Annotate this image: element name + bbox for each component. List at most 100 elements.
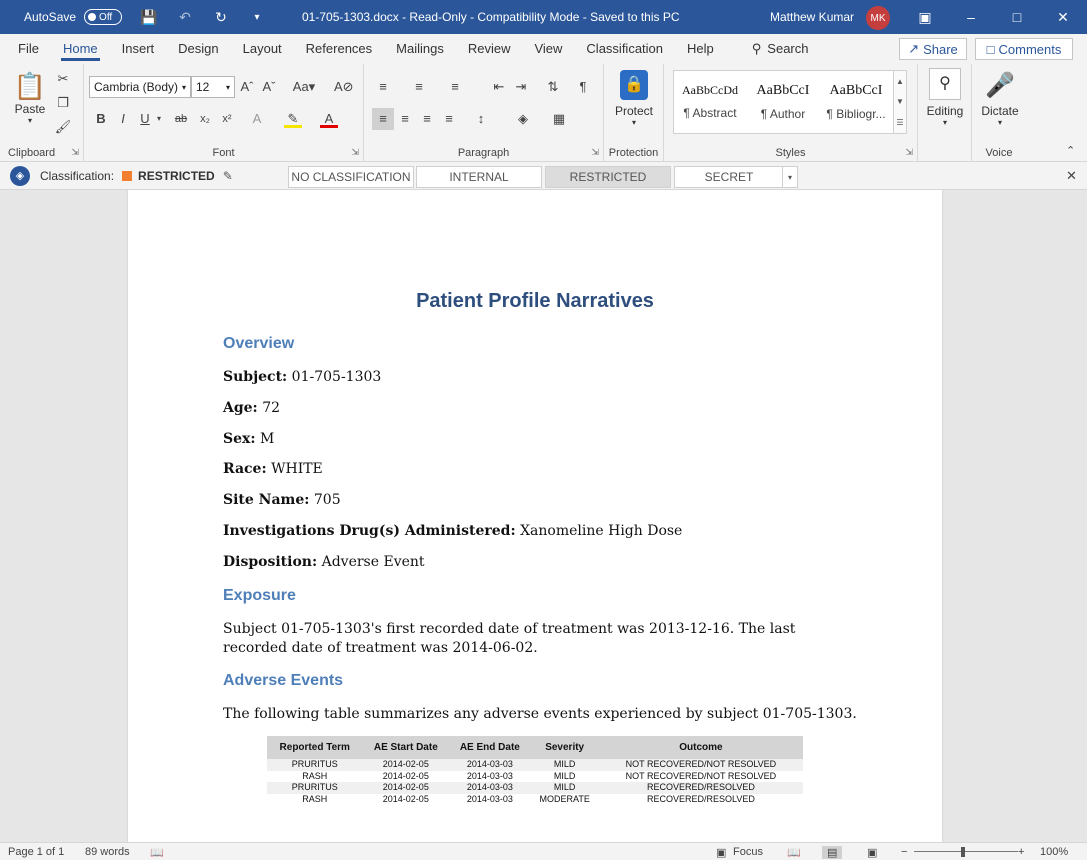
- tab-home[interactable]: Home: [51, 34, 110, 64]
- redo-icon[interactable]: ↻: [212, 9, 230, 26]
- line-spacing-icon[interactable]: ↕: [472, 110, 490, 128]
- font-label: Font: [212, 147, 235, 159]
- classification-dropdown-icon[interactable]: ▾: [782, 166, 798, 188]
- protect-button[interactable]: 🔒 Protect ▾: [610, 70, 658, 127]
- change-case-icon[interactable]: Aa▾: [290, 78, 318, 96]
- magnifier-icon: ⚲: [929, 68, 961, 100]
- chevron-up-icon[interactable]: ▲: [896, 77, 904, 86]
- tab-references[interactable]: References: [294, 34, 384, 64]
- customize-toolbar-icon[interactable]: ▾: [248, 12, 266, 23]
- tab-insert[interactable]: Insert: [110, 34, 167, 64]
- bold-icon[interactable]: B: [92, 110, 110, 128]
- tab-design[interactable]: Design: [166, 34, 230, 64]
- align-center-icon[interactable]: ≡: [396, 110, 414, 128]
- zoom-slider-thumb[interactable]: [961, 847, 965, 857]
- save-icon[interactable]: 💾: [140, 9, 158, 26]
- minimize-button[interactable]: –: [948, 0, 994, 34]
- tab-view[interactable]: View: [522, 34, 574, 64]
- classification-label: Classification:: [40, 168, 115, 183]
- font-size-select[interactable]: 12 ▾: [191, 76, 235, 98]
- adverse-events-table: Reported Term AE Start Date AE End Date …: [267, 736, 803, 805]
- highlight-icon[interactable]: ✎: [284, 110, 302, 128]
- copy-icon[interactable]: ❐: [54, 94, 72, 112]
- undo-icon[interactable]: ↶: [176, 9, 194, 26]
- search-box[interactable]: ⚲ Search: [740, 34, 821, 64]
- classification-option-secret[interactable]: SECRET: [674, 166, 784, 188]
- page-count[interactable]: Page 1 of 1: [8, 846, 64, 858]
- strikethrough-icon[interactable]: ab: [172, 110, 190, 128]
- read-mode-icon[interactable]: 📖: [787, 846, 801, 859]
- align-right-icon[interactable]: ≡: [418, 110, 436, 128]
- web-layout-icon[interactable]: ▣: [867, 846, 877, 859]
- more-styles-icon[interactable]: ☰: [896, 118, 903, 127]
- classification-option-restricted[interactable]: RESTRICTED: [545, 166, 671, 188]
- font-launcher-icon[interactable]: ⇲: [351, 147, 359, 158]
- numbering-icon[interactable]: ≡: [410, 78, 428, 96]
- multilevel-list-icon[interactable]: ≡: [446, 78, 464, 96]
- chevron-down-icon[interactable]: ▼: [896, 97, 904, 106]
- italic-icon[interactable]: I: [114, 110, 132, 128]
- field-drug: Investigations Drug(s) Administered: Xan…: [223, 523, 683, 539]
- comments-button[interactable]: □ Comments: [975, 38, 1073, 60]
- proofing-icon[interactable]: 📖: [150, 846, 164, 859]
- clipboard-launcher-icon[interactable]: ⇲: [71, 147, 79, 158]
- zoom-slider[interactable]: [914, 851, 1018, 852]
- avatar[interactable]: MK: [866, 6, 890, 30]
- increase-indent-icon[interactable]: ⇥: [512, 78, 530, 96]
- align-left-icon[interactable]: ≡: [372, 108, 394, 130]
- document-page[interactable]: Patient Profile Narratives Overview Subj…: [128, 190, 942, 842]
- shrink-font-icon[interactable]: Aˇ: [260, 78, 278, 96]
- bullets-icon[interactable]: ≡: [374, 78, 392, 96]
- show-formatting-icon[interactable]: ¶: [574, 78, 592, 96]
- paragraph-launcher-icon[interactable]: ⇲: [591, 147, 599, 158]
- close-icon[interactable]: ✕: [1066, 168, 1077, 184]
- styles-scrollbar[interactable]: ▲ ▼ ☰: [893, 70, 907, 134]
- tab-help[interactable]: Help: [675, 34, 726, 64]
- tab-file[interactable]: File: [6, 34, 51, 64]
- clear-formatting-icon[interactable]: A⊘: [334, 78, 354, 96]
- tab-layout[interactable]: Layout: [231, 34, 294, 64]
- tab-mailings[interactable]: Mailings: [384, 34, 456, 64]
- tab-review[interactable]: Review: [456, 34, 523, 64]
- autosave-toggle[interactable]: Off: [84, 9, 123, 25]
- zoom-level[interactable]: 100%: [1040, 846, 1068, 858]
- sort-icon[interactable]: ⇅: [544, 78, 562, 96]
- cut-icon[interactable]: ✂: [54, 70, 72, 88]
- tab-classification[interactable]: Classification: [574, 34, 675, 64]
- ribbon-display-icon[interactable]: ▣: [902, 0, 948, 34]
- font-color-icon[interactable]: A: [320, 110, 338, 128]
- pencil-icon[interactable]: ✎: [223, 169, 233, 183]
- font-family-select[interactable]: Cambria (Body) ▾: [89, 76, 191, 98]
- collapse-ribbon-icon[interactable]: ⌃: [1066, 144, 1075, 157]
- format-painter-icon[interactable]: 🖌: [54, 118, 72, 136]
- justify-icon[interactable]: ≡: [440, 110, 458, 128]
- user-name[interactable]: Matthew Kumar: [770, 10, 854, 24]
- borders-icon[interactable]: ▦: [550, 110, 568, 128]
- style-abstract[interactable]: AaBbCcDd ¶ Abstract: [674, 71, 746, 133]
- text-effects-icon[interactable]: A: [248, 110, 266, 128]
- shading-icon[interactable]: ◈: [514, 110, 532, 128]
- style-bibliography[interactable]: AaBbCcI ¶ Bibliogr...: [820, 71, 892, 133]
- paste-button[interactable]: 📋 Paste ▾: [12, 70, 48, 125]
- zoom-out-icon[interactable]: −: [901, 846, 907, 858]
- styles-launcher-icon[interactable]: ⇲: [905, 147, 913, 158]
- classification-option-none[interactable]: NO CLASSIFICATION: [288, 166, 414, 188]
- focus-icon[interactable]: ▣: [716, 846, 726, 859]
- decrease-indent-icon[interactable]: ⇤: [490, 78, 508, 96]
- print-layout-icon[interactable]: ▤: [822, 846, 843, 859]
- subscript-icon[interactable]: x₂: [196, 110, 214, 128]
- share-button[interactable]: ↗ Share: [899, 38, 967, 60]
- dictate-button[interactable]: 🎤 Dictate ▾: [976, 70, 1024, 127]
- zoom-in-icon[interactable]: +: [1018, 846, 1024, 858]
- word-count[interactable]: 89 words: [85, 846, 130, 858]
- superscript-icon[interactable]: x²: [218, 110, 236, 128]
- classification-option-internal[interactable]: INTERNAL: [416, 166, 542, 188]
- grow-font-icon[interactable]: Aˆ: [238, 78, 256, 96]
- close-button[interactable]: ✕: [1040, 0, 1086, 34]
- col-reported-term: Reported Term: [267, 736, 363, 759]
- style-author[interactable]: AaBbCcI ¶ Author: [747, 71, 819, 133]
- underline-dropdown-icon[interactable]: ▾: [150, 110, 168, 128]
- editing-button[interactable]: ⚲ Editing ▾: [922, 68, 968, 127]
- focus-button[interactable]: Focus: [733, 846, 763, 858]
- maximize-button[interactable]: □: [994, 0, 1040, 34]
